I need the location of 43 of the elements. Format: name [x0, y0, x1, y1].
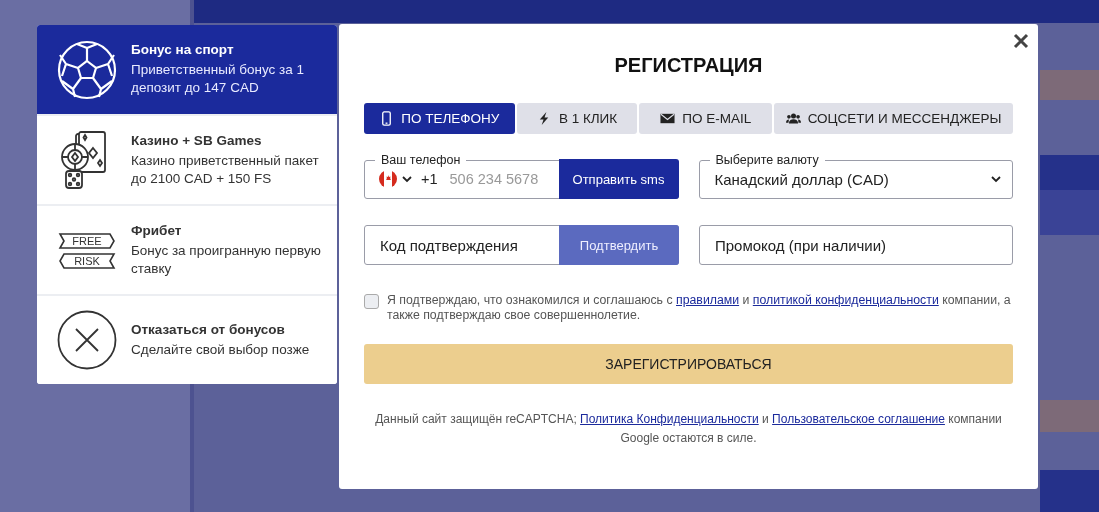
- text-link[interactable]: Политика Конфиденциальности: [580, 412, 759, 426]
- text-link[interactable]: политикой конфиденциальности: [752, 293, 939, 307]
- chevron-down-icon: [990, 173, 1002, 185]
- registration-tab[interactable]: В 1 КЛИК: [516, 103, 638, 134]
- currency-select[interactable]: Выберите валюту Канадский доллар (CAD): [698, 151, 1013, 199]
- bonus-title: Казино + SB Games: [131, 132, 263, 148]
- recaptcha-notice: Данный сайт защищён reCAPTCHA; Политика Конфиденциальности и Пользовательское соглашение компании Google остаются в силе.: [374, 411, 1003, 447]
- promo-code-field[interactable]: Промокод (при наличии): [699, 225, 1013, 265]
- ribbon-tag: RISK: [59, 253, 116, 269]
- chevron-down-icon: [401, 173, 413, 185]
- confirm-button[interactable]: Подтвердить: [559, 225, 679, 265]
- field-label: Выберите валюту: [714, 152, 820, 169]
- consent-text: Я подтверждаю, что ознакомился и соглашаюсь с правилами и политикой конфиденциальности компании, а также подтверждаю свое совершеннолетие.: [387, 293, 1012, 323]
- bonus-description: Сделайте свой выбор позже: [131, 340, 311, 359]
- bonus-description: Бонус за проигранную первую ставку: [131, 241, 322, 278]
- bonus-title: Отказаться от бонусов: [131, 321, 286, 337]
- soccer-ball-icon: [57, 39, 117, 100]
- registration-tab[interactable]: СОЦСЕТИ И МЕССЕНДЖЕРЫ: [774, 103, 1013, 134]
- text-link[interactable]: правилами: [676, 293, 740, 307]
- bonus-description: Казино приветственный пакет до 2100 CAD + 150 FS: [131, 151, 320, 188]
- text-link[interactable]: Пользовательское соглашение: [772, 412, 945, 426]
- dialog-title: РЕГИСТРАЦИЯ: [613, 54, 764, 78]
- app-bar: [1040, 470, 1099, 512]
- bonus-option[interactable]: Отказаться от бонусов Сделайте свой выбор позже: [37, 294, 337, 384]
- envelope-icon: [660, 111, 676, 126]
- bonus-title: Бонус на спорт: [131, 42, 235, 57]
- ribbon-tag: FREE: [58, 233, 115, 249]
- field-label: Ваш телефон: [380, 152, 462, 169]
- bonus-description: Приветственный бонус за 1 депозит до 147 CAD: [131, 61, 305, 97]
- close-icon[interactable]: [1013, 33, 1029, 49]
- bonus-option[interactable]: Бонус на спорт Приветственный бонус за 1 депозит до 147 CAD: [37, 25, 337, 114]
- close-circle-icon: [57, 310, 117, 370]
- flag-icon[interactable]: [379, 170, 397, 188]
- registration-tab[interactable]: ПО ТЕЛЕФОНУ: [364, 103, 515, 134]
- bonus-title: Фрибет: [131, 222, 183, 238]
- confirmation-code-field[interactable]: Код подтверждения Подтвердить: [364, 225, 679, 265]
- register-button[interactable]: ЗАРЕГИСТРИРОВАТЬСЯ: [364, 344, 1013, 384]
- users-icon: [785, 111, 801, 126]
- consent-checkbox[interactable]: [364, 294, 379, 309]
- registration-tab[interactable]: ПО E-MAIL: [639, 103, 773, 134]
- send-sms-button[interactable]: Отправить sms: [558, 159, 679, 199]
- currency-value: Канадский доллар (CAD): [714, 170, 889, 188]
- country-code: +1: [421, 171, 438, 187]
